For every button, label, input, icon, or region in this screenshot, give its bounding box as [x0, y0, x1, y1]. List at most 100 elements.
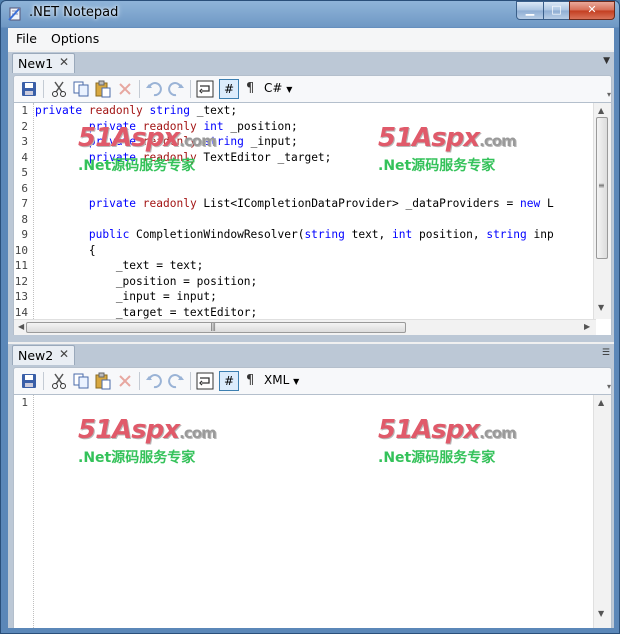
- scroll-down-icon[interactable]: ▼: [598, 609, 604, 618]
- watermark: 51Aspx.com .Net源码服务专家: [378, 415, 517, 467]
- redo-icon[interactable]: [167, 80, 185, 98]
- paste-icon[interactable]: [94, 80, 112, 98]
- scroll-down-icon[interactable]: ▼: [598, 303, 604, 312]
- show-whitespace-icon[interactable]: ¶: [246, 81, 254, 96]
- line-numbers-toggle[interactable]: #: [219, 79, 239, 99]
- vertical-scrollbar[interactable]: ▲ ▼: [593, 395, 611, 628]
- code-line[interactable]: private readonly string _text;: [35, 104, 237, 117]
- save-icon[interactable]: [20, 80, 38, 98]
- language-label: C#: [264, 81, 283, 95]
- maximize-button[interactable]: □: [543, 1, 570, 20]
- code-line[interactable]: private readonly TextEditor _target;: [35, 150, 332, 164]
- keyword-token: private: [88, 150, 137, 164]
- keyword-token: public: [88, 228, 130, 241]
- scroll-up-icon[interactable]: ▲: [598, 398, 604, 407]
- show-whitespace-icon[interactable]: ¶: [246, 373, 254, 388]
- save-icon[interactable]: [20, 372, 38, 390]
- code-line[interactable]: {: [35, 244, 96, 257]
- minimize-button[interactable]: ▁: [516, 1, 544, 20]
- code-line[interactable]: _position = position;: [35, 275, 257, 288]
- copy-icon[interactable]: [72, 372, 90, 390]
- code-editor-1[interactable]: 1 2 3 4 5 6 7 8 9 10 11 12 13 14 private readonly str…: [13, 103, 612, 335]
- cut-icon[interactable]: [50, 372, 68, 390]
- horizontal-scrollbar[interactable]: ◀ ||| ▶: [14, 319, 596, 335]
- code-token: _text = text;: [35, 259, 204, 272]
- keyword-token: string: [203, 135, 244, 148]
- toolbar-separator: [190, 372, 191, 390]
- line-number: 5: [21, 166, 28, 179]
- undo-icon[interactable]: [145, 80, 163, 98]
- code-token: inp: [526, 228, 554, 241]
- code-editor-2[interactable]: 1 51Aspx.com .Net源码服务专家 51Aspx.com .Net源…: [13, 395, 612, 628]
- pane-menu-icon[interactable]: ☰: [602, 348, 610, 358]
- toolbar-overflow-icon[interactable]: ▾: [607, 382, 611, 391]
- line-number: 6: [21, 181, 28, 195]
- code-token: TextEditor _target;: [196, 150, 332, 164]
- delete-icon[interactable]: [116, 372, 134, 390]
- language-selector[interactable]: C# ▼: [264, 81, 292, 95]
- menu-file[interactable]: File: [16, 31, 37, 46]
- code-line[interactable]: private readonly string _input;: [35, 135, 298, 148]
- code-token: text,: [344, 228, 393, 241]
- document-pane-2: New2 ✕ ☰ # ¶ XML ▼ ▾ 1 51Aspx.com .Net源码…: [8, 344, 614, 628]
- watermark-tagline: .Net源码服务专家: [378, 158, 496, 174]
- scroll-right-icon[interactable]: ▶: [584, 322, 590, 331]
- line-number: 7: [21, 197, 28, 210]
- line-number: 2: [21, 119, 28, 133]
- watermark-logo: 51Aspx.com: [378, 123, 517, 153]
- close-button[interactable]: ✕: [569, 1, 615, 20]
- line-number-gutter: 1 2 3 4 5 6 7 8 9 10 11 12 13 14: [14, 103, 32, 335]
- line-number-gutter: 1: [14, 395, 32, 628]
- menu-bar: File Options: [8, 28, 614, 50]
- tab-close-icon[interactable]: ✕: [59, 347, 69, 361]
- window-title: .NET Notepad: [29, 5, 119, 20]
- tab-close-icon[interactable]: ✕: [59, 55, 69, 69]
- modifier-token: readonly: [142, 135, 197, 148]
- code-token: _input;: [243, 135, 298, 148]
- tab-new1[interactable]: New1 ✕: [12, 53, 75, 73]
- menu-options[interactable]: Options: [51, 31, 99, 46]
- code-line[interactable]: _input = input;: [35, 290, 217, 303]
- code-line[interactable]: _text = text;: [35, 259, 204, 272]
- modifier-token: readonly: [88, 104, 143, 117]
- keyword-token: new: [520, 197, 541, 210]
- code-line[interactable]: private readonly List<ICompletionDataPro…: [35, 197, 554, 210]
- horizontal-scroll-thumb[interactable]: [26, 322, 406, 333]
- copy-icon[interactable]: [72, 80, 90, 98]
- gutter-divider: [33, 103, 34, 335]
- minimize-icon: ▁: [525, 3, 535, 16]
- tab-new2[interactable]: New2 ✕: [12, 345, 75, 365]
- toolbar-separator: [139, 80, 140, 98]
- code-token: position,: [412, 228, 487, 241]
- scroll-left-icon[interactable]: ◀: [18, 322, 24, 331]
- scroll-up-icon[interactable]: ▲: [598, 106, 604, 115]
- language-selector[interactable]: XML ▼: [264, 373, 299, 387]
- cut-icon[interactable]: [50, 80, 68, 98]
- code-token: _text;: [189, 104, 238, 117]
- client-area: File Options New1 ✕ ▼ # ¶ C# ▼ ▾ 1 2 3 4…: [8, 28, 614, 628]
- line-number: 10: [14, 243, 28, 257]
- delete-icon[interactable]: [116, 80, 134, 98]
- editor-toolbar: # ¶ C# ▼ ▾: [13, 75, 612, 103]
- redo-icon[interactable]: [167, 372, 185, 390]
- language-label: XML: [264, 373, 290, 387]
- chevron-down-icon: ▼: [286, 85, 293, 94]
- title-bar[interactable]: .NET Notepad ▁ □ ✕: [1, 1, 619, 27]
- code-line[interactable]: _target = textEditor;: [35, 306, 257, 319]
- word-wrap-icon[interactable]: [196, 372, 214, 390]
- toolbar-separator: [190, 80, 191, 98]
- word-wrap-icon[interactable]: [196, 80, 214, 98]
- undo-icon[interactable]: [145, 372, 163, 390]
- paste-icon[interactable]: [94, 372, 112, 390]
- code-line[interactable]: private readonly int _position;: [35, 120, 298, 133]
- line-number: 1: [21, 104, 28, 117]
- line-numbers-toggle[interactable]: #: [219, 371, 239, 391]
- vertical-scrollbar[interactable]: ▲ ≡ ▼: [593, 103, 611, 319]
- code-line[interactable]: public CompletionWindowResolver(string t…: [35, 228, 554, 241]
- modifier-token: readonly: [142, 150, 197, 164]
- pane-menu-arrow-icon[interactable]: ▼: [603, 56, 610, 66]
- toolbar-overflow-icon[interactable]: ▾: [607, 90, 611, 99]
- line-number: 9: [21, 228, 28, 241]
